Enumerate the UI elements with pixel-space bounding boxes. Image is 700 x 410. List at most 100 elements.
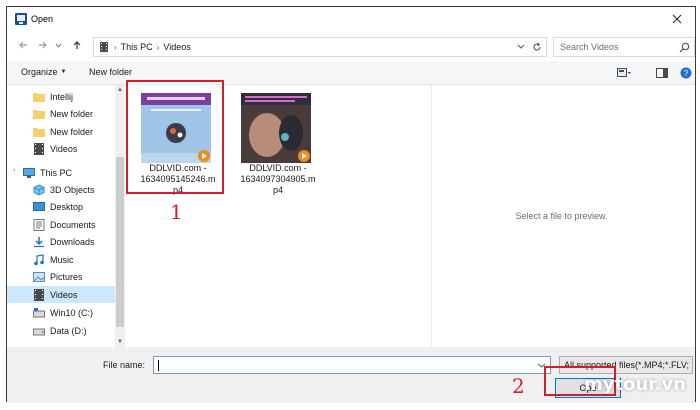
up-arrow-icon	[73, 41, 81, 49]
chevron-down-icon	[55, 43, 61, 48]
new-folder-button[interactable]: New folder	[89, 67, 132, 77]
sidebar-scrollbar[interactable]: ▲ ▼	[115, 85, 125, 347]
search-box[interactable]	[553, 37, 695, 57]
sidebar-item-label: Data (D:)	[50, 325, 87, 336]
step-number-1: 1	[170, 200, 183, 224]
new-folder-label: New folder	[89, 67, 133, 77]
help-icon: ?	[680, 67, 692, 79]
breadcrumb-videos[interactable]: Videos	[163, 42, 190, 52]
sidebar-item-label: Videos	[50, 289, 78, 300]
text-cursor	[158, 360, 159, 371]
svg-text:?: ?	[684, 69, 689, 78]
file-name-line: DDLVID.com -	[249, 163, 307, 173]
sidebar-item-videos[interactable]: Videos	[7, 286, 117, 303]
preview-message: Select a file to preview.	[515, 211, 608, 221]
drive-icon	[33, 325, 45, 337]
folder-icon	[33, 91, 45, 103]
preview-pane-button[interactable]	[655, 66, 669, 80]
window-title: Open	[31, 14, 54, 24]
folder-icon	[33, 108, 45, 120]
change-view-button[interactable]	[617, 66, 631, 80]
title-bar: Open	[7, 7, 695, 31]
sidebar-item-label: This PC	[40, 167, 73, 178]
organize-button[interactable]: Organize ▼	[21, 67, 66, 77]
video-thumbnail	[241, 93, 311, 163]
sidebar-item-music[interactable]: Music	[7, 251, 117, 268]
scrollbar-thumb[interactable]	[116, 157, 124, 327]
sidebar-item-downloads[interactable]: Downloads	[7, 233, 117, 250]
breadcrumb-separator: ›	[156, 42, 160, 52]
refresh-button[interactable]	[530, 40, 544, 54]
close-icon	[672, 14, 682, 24]
sidebar-item-label: Desktop	[50, 201, 84, 212]
breadcrumb-separator: ›	[114, 42, 117, 52]
sidebar-item-data-d[interactable]: Data (D:)	[7, 322, 117, 339]
forward-arrow-icon	[39, 41, 47, 49]
computer-icon	[23, 167, 35, 179]
desktop-icon	[33, 201, 45, 213]
sidebar-item-label: New folder	[50, 126, 94, 137]
sidebar-item-videos-quick[interactable]: Videos	[7, 140, 117, 157]
sidebar-item-label: Downloads	[50, 236, 95, 247]
sidebar-item-win10-c[interactable]: Win10 (C:)	[7, 304, 117, 321]
address-bar[interactable]: › This PC › Videos	[93, 37, 547, 57]
sidebar-item-intellij[interactable]: Intellij	[7, 88, 117, 105]
music-icon	[33, 253, 45, 266]
sidebar-item-this-pc[interactable]: This PC	[7, 164, 117, 181]
file-name: DDLVID.com - 1634097304905.m p4	[231, 163, 325, 196]
search-input[interactable]	[560, 42, 678, 52]
sidebar-item-label: 3D Objects	[50, 184, 95, 195]
chevron-down-icon[interactable]	[516, 42, 526, 52]
file-name-field[interactable]	[153, 356, 551, 374]
open-dialog: Open › This PC › Videos Search Videos Or…	[6, 6, 696, 403]
sidebar-item-new-folder[interactable]: New folder	[7, 105, 117, 122]
sidebar-item-pictures[interactable]: Pictures	[7, 268, 117, 285]
file-name-line: p4	[272, 185, 283, 195]
sidebar-item-3d-objects[interactable]: 3D Objects	[7, 181, 117, 198]
scroll-down-icon[interactable]: ▼	[115, 337, 125, 347]
refresh-icon	[533, 42, 541, 51]
help-button[interactable]: ?	[679, 66, 693, 80]
file-name-input[interactable]	[154, 357, 534, 373]
sidebar-item-label: Videos	[50, 143, 78, 154]
sidebar-item-label: Music	[50, 254, 74, 265]
search-icon	[679, 42, 690, 53]
documents-icon	[33, 218, 45, 231]
navigation-pane: Intellij New folder New folder Videos › …	[7, 85, 125, 347]
scroll-up-icon[interactable]: ▲	[115, 85, 125, 95]
videos-location-icon	[100, 42, 108, 52]
command-toolbar: Organize ▼ New folder ?	[7, 61, 695, 85]
app-icon	[15, 13, 27, 25]
highlight-box-file	[126, 80, 224, 194]
downloads-icon	[33, 236, 45, 248]
sidebar-item-label: Win10 (C:)	[50, 307, 94, 318]
close-button[interactable]	[663, 9, 691, 29]
file-name-line: 1634097304905.m	[240, 174, 316, 184]
videos-folder-icon	[33, 142, 45, 155]
breadcrumb-this-pc[interactable]: This PC	[121, 42, 153, 52]
sidebar-item-label: New folder	[50, 108, 94, 119]
pictures-icon	[33, 271, 45, 283]
organize-label: Organize	[21, 67, 58, 77]
sidebar-item-documents[interactable]: Documents	[7, 216, 117, 233]
folder-icon	[33, 126, 45, 138]
step-number-2: 2	[512, 374, 525, 398]
sidebar-item-label: Pictures	[50, 271, 83, 282]
up-button[interactable]	[69, 37, 85, 53]
watermark-text: mytour.vn	[584, 373, 686, 395]
back-arrow-icon	[19, 41, 27, 49]
recent-locations-button[interactable]	[53, 37, 63, 53]
back-button[interactable]	[15, 37, 31, 53]
forward-button[interactable]	[35, 37, 51, 53]
3d-objects-icon	[33, 183, 45, 196]
preview-pane: Select a file to preview.	[431, 85, 691, 347]
sidebar-item-desktop[interactable]: Desktop	[7, 198, 117, 215]
sidebar-item-new-folder[interactable]: New folder	[7, 123, 117, 140]
drive-icon	[33, 307, 45, 319]
sidebar-item-label: Documents	[50, 219, 96, 230]
file-name-label: File name:	[103, 360, 146, 370]
view-options-icon	[617, 68, 631, 77]
videos-folder-icon	[33, 288, 45, 301]
watermark-logo: mytour.vn	[584, 366, 698, 402]
sidebar-item-label: Intellij	[50, 91, 74, 102]
